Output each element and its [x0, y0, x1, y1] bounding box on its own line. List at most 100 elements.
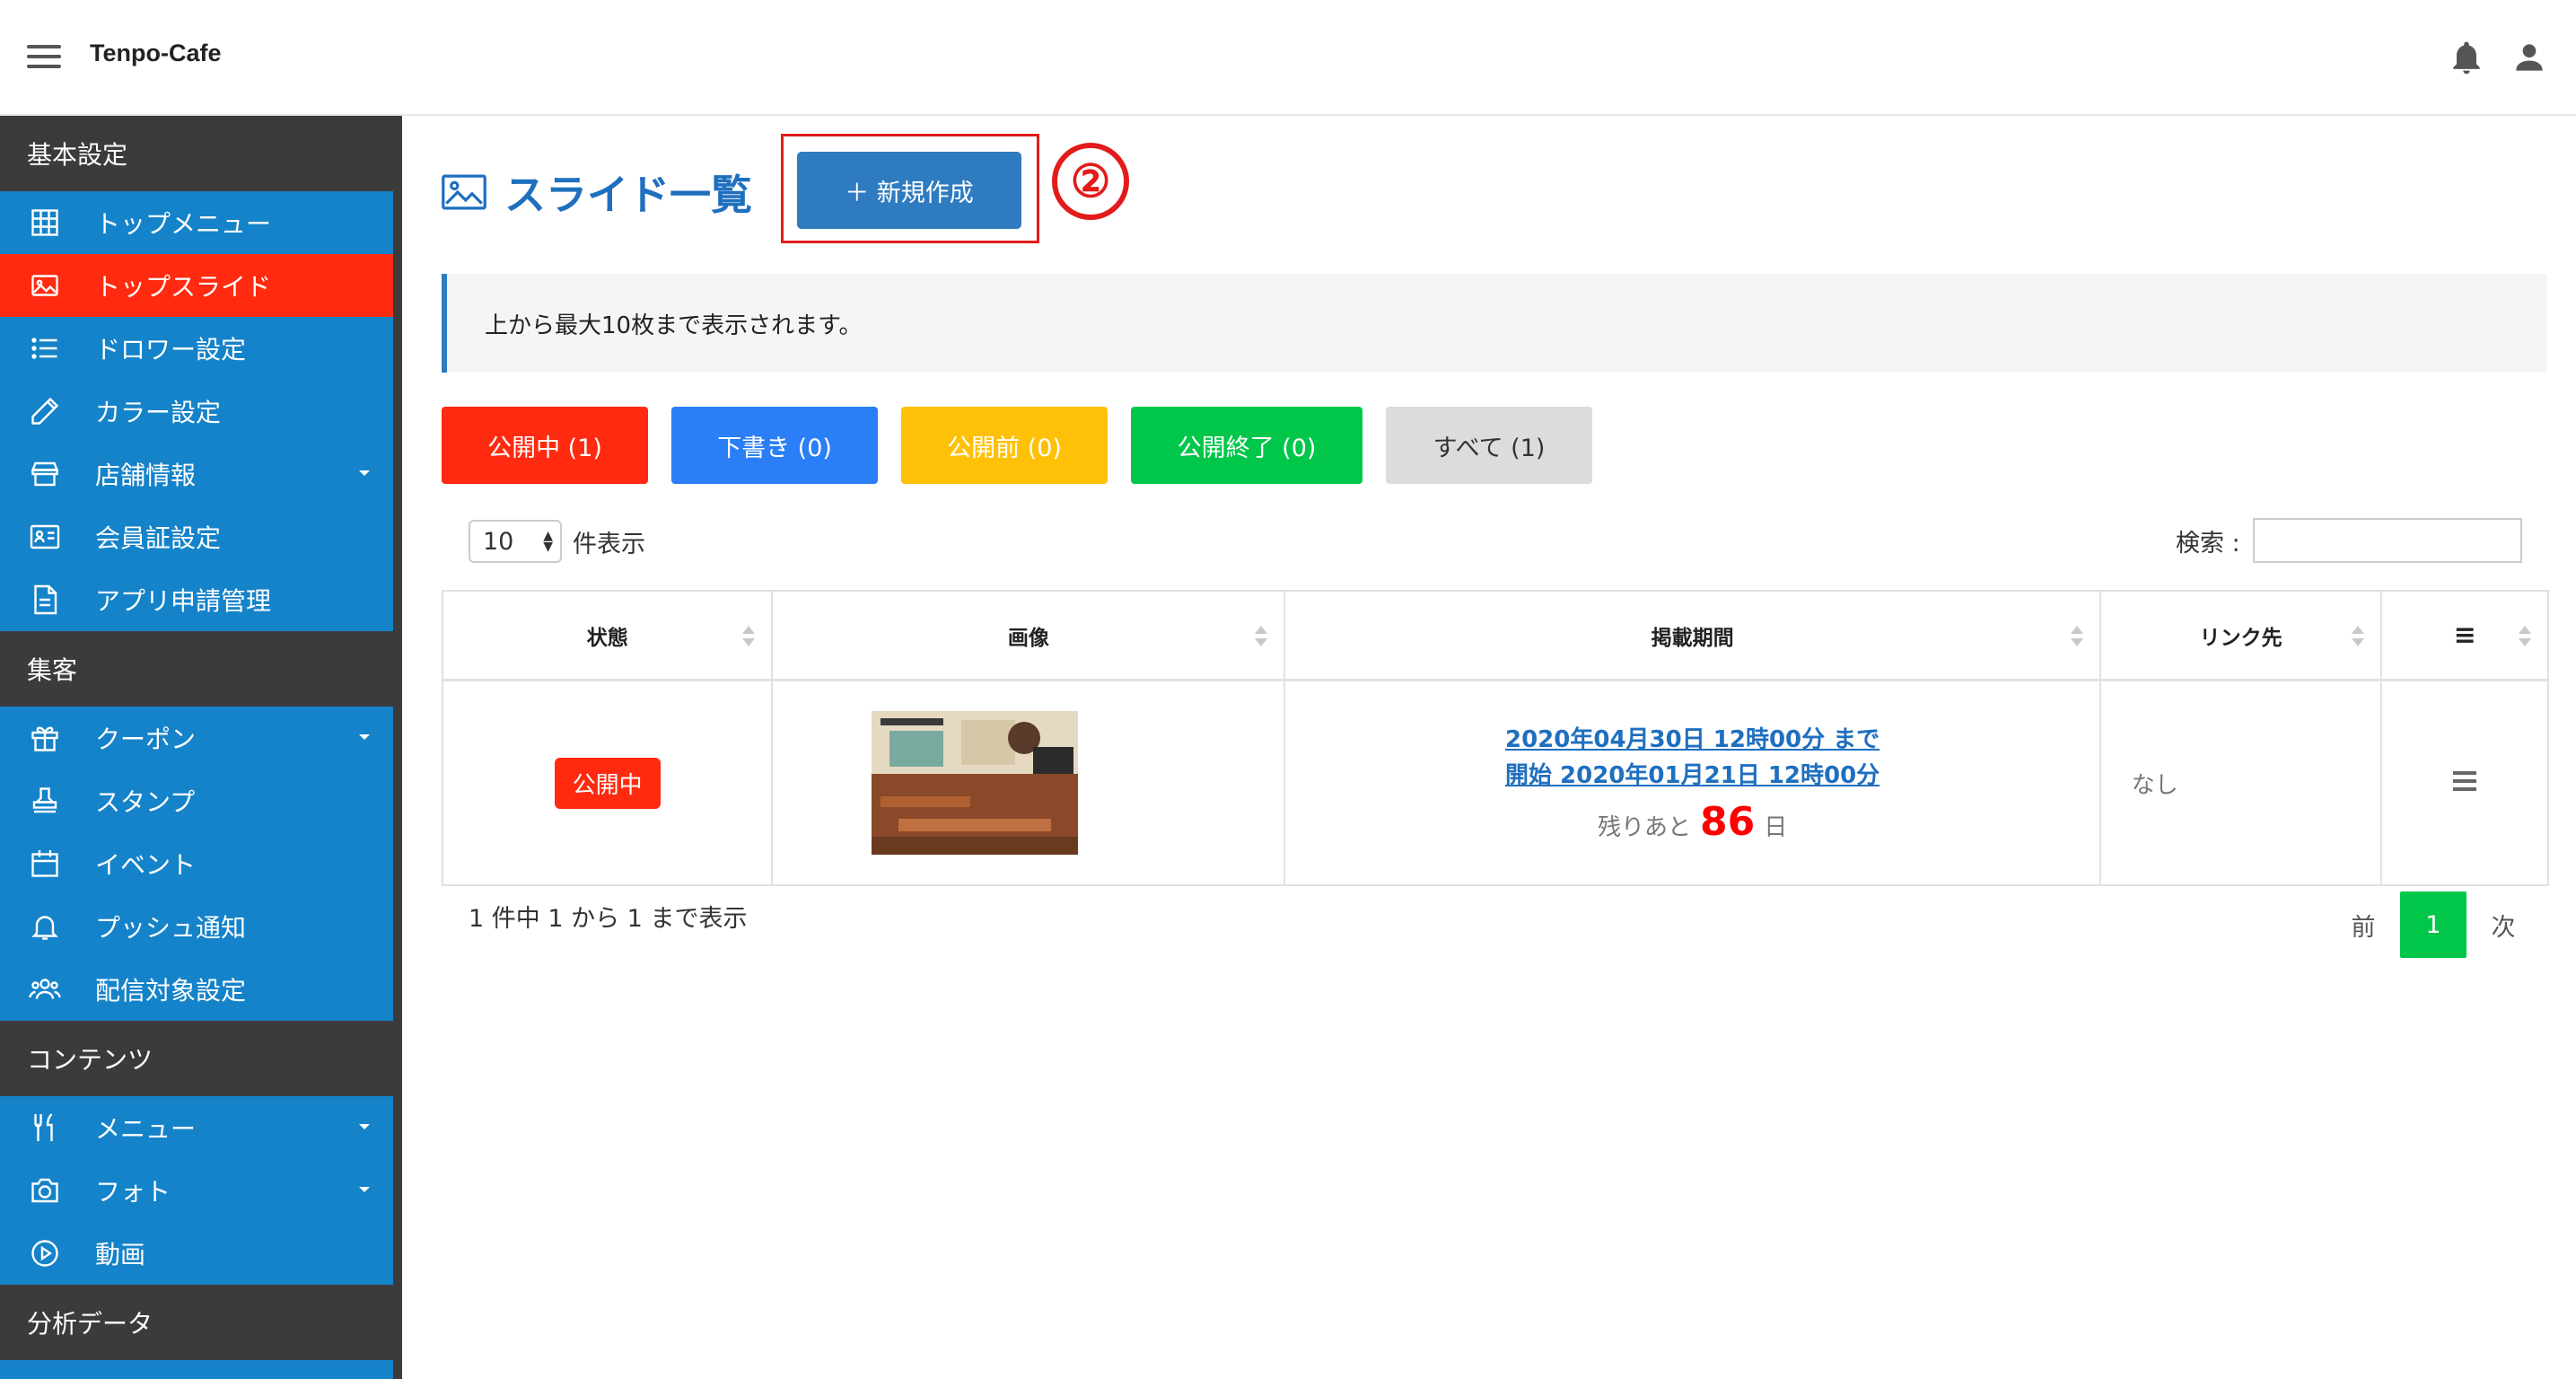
column-status[interactable]: 状態	[443, 592, 774, 679]
filter-all[interactable]: すべて (1)	[1386, 407, 1592, 484]
column-period[interactable]: 掲載期間	[1285, 592, 2101, 679]
sidebar-item-menu[interactable]: メニュー	[0, 1096, 393, 1159]
pagination-prev[interactable]: 前	[2330, 892, 2396, 958]
sidebar-item-top-menu[interactable]: トップメニュー	[0, 191, 393, 254]
search-input[interactable]	[2252, 518, 2522, 563]
sidebar-item-label: プッシュ通知	[95, 913, 247, 943]
list-icon	[27, 330, 63, 366]
table-info: 1 件中 1 から 1 まで表示	[469, 905, 748, 933]
sidebar-item-photo[interactable]: フォト	[0, 1159, 393, 1222]
sidebar-item-drawer[interactable]: ドロワー設定	[0, 317, 393, 380]
sidebar-section-analytics[interactable]: 分析データ	[0, 1285, 393, 1360]
link-value: なし	[2131, 771, 2178, 799]
pencil-icon	[27, 393, 63, 429]
pagination: 前 1 次	[2330, 892, 2537, 958]
cell-period: 2020年04月30日 12時00分 まで 開始 2020年01月21日 12時…	[1285, 681, 2101, 884]
sidebar-item-color[interactable]: カラー設定	[0, 380, 393, 443]
sidebar-item-label: メニュー	[95, 1114, 197, 1144]
document-icon	[27, 582, 63, 618]
new-create-button[interactable]: ＋ 新規作成	[797, 152, 1021, 229]
sidebar-item-top-slide[interactable]: トップスライド	[0, 254, 393, 317]
period-start-link[interactable]: 開始 2020年01月21日 12時00分	[1505, 758, 1879, 794]
sidebar-section-marketing: 集客	[0, 631, 393, 707]
cell-status: 公開中	[443, 681, 774, 884]
chevron-down-icon	[359, 1124, 370, 1129]
table-row: 公開中 2020年04月30日 12時00分 まで 開始 2020年01月21日…	[443, 681, 2547, 884]
column-image[interactable]: 画像	[773, 592, 1286, 679]
annotation-number: ②	[1052, 143, 1129, 220]
sidebar-item-label: クーポン	[95, 725, 197, 754]
period-end-link[interactable]: 2020年04月30日 12時00分 まで	[1505, 722, 1879, 758]
page-length-suffix: 件表示	[573, 530, 645, 558]
page-length-value: 10	[483, 527, 514, 556]
filter-draft[interactable]: 下書き (0)	[671, 407, 878, 484]
cell-actions	[2382, 681, 2547, 884]
sidebar-item-label: ドロワー設定	[95, 335, 247, 365]
grid-icon	[27, 205, 63, 241]
sidebar-item-event[interactable]: イベント	[0, 832, 393, 895]
column-link-label: リンク先	[2199, 626, 2282, 650]
cell-image	[773, 681, 1286, 884]
pagination-next[interactable]: 次	[2470, 892, 2537, 958]
slides-table: 状態 画像 掲載期間 リンク先 ≡ 公開中 2020年04月30日 12時00分…	[442, 590, 2549, 886]
image-icon	[442, 174, 486, 210]
filter-scheduled[interactable]: 公開前 (0)	[901, 407, 1108, 484]
page-length-control: 10 ▲ ▼ 件表示	[469, 520, 645, 563]
sidebar-section-content: コンテンツ	[0, 1021, 393, 1096]
chevron-down-icon	[359, 734, 370, 740]
calendar-icon	[27, 846, 63, 882]
sidebar-item-label: 動画	[95, 1240, 146, 1269]
column-actions-label: ≡	[2453, 619, 2476, 651]
notice-message: 上から最大10枚まで表示されます。	[442, 274, 2547, 373]
page-title: スライド一覧	[504, 171, 752, 219]
sidebar-item-video[interactable]: 動画	[0, 1222, 393, 1285]
sidebar-item-label: アプリ申請管理	[95, 586, 272, 616]
sidebar-item-label: カラー設定	[95, 398, 222, 427]
column-period-label: 掲載期間	[1651, 626, 1734, 650]
sidebar-item-target[interactable]: 配信対象設定	[0, 958, 393, 1021]
chevron-down-icon	[359, 1187, 370, 1192]
cell-link: なし	[2101, 681, 2383, 884]
pagination-page-1[interactable]: 1	[2400, 892, 2466, 958]
utensils-icon	[27, 1110, 63, 1146]
sidebar-item-label: トップメニュー	[95, 209, 272, 239]
sidebar-item-label: フォト	[95, 1177, 171, 1207]
status-filters: 公開中 (1) 下書き (0) 公開前 (0) 公開終了 (0) すべて (1)	[442, 407, 1616, 484]
sidebar-item-member-card[interactable]: 会員証設定	[0, 505, 393, 568]
column-link[interactable]: リンク先	[2101, 592, 2383, 679]
bell-icon	[27, 909, 63, 944]
play-icon	[27, 1235, 63, 1271]
store-icon	[27, 456, 63, 492]
chevron-down-icon	[359, 470, 370, 476]
filter-ended[interactable]: 公開終了 (0)	[1131, 407, 1362, 484]
user-icon[interactable]	[2510, 38, 2549, 77]
sidebar-item-store-info[interactable]: 店舗情報	[0, 443, 393, 505]
slide-thumbnail[interactable]	[871, 711, 1078, 855]
status-badge: 公開中	[554, 757, 661, 809]
sidebar-item-push[interactable]: プッシュ通知	[0, 895, 393, 958]
search-label: 検索 :	[2176, 529, 2240, 558]
table-header: 状態 画像 掲載期間 リンク先 ≡	[443, 592, 2547, 681]
column-actions[interactable]: ≡	[2382, 592, 2547, 679]
sidebar-item-stamp[interactable]: スタンプ	[0, 769, 393, 832]
app-title: Tenpo-Cafe	[90, 40, 222, 66]
sidebar-item-label: イベント	[95, 850, 197, 880]
sidebar-item-label: 配信対象設定	[95, 976, 247, 1006]
hamburger-menu-icon[interactable]	[27, 45, 61, 68]
bell-icon[interactable]	[2447, 38, 2486, 77]
sidebar-item-label: スタンプ	[95, 787, 196, 817]
sidebar-item-label: 会員証設定	[95, 523, 222, 553]
camera-icon	[27, 1173, 63, 1208]
main-content: スライド一覧 ＋ 新規作成 ② 上から最大10枚まで表示されます。 公開中 (1…	[402, 116, 2576, 1379]
page-length-select[interactable]: 10 ▲ ▼	[469, 520, 562, 563]
top-bar: Tenpo-Cafe	[0, 0, 2576, 116]
search-control: 検索 :	[2176, 518, 2522, 563]
highlight-box: ＋ 新規作成	[781, 134, 1039, 243]
filter-published[interactable]: 公開中 (1)	[442, 407, 648, 484]
sidebar-item-coupon[interactable]: クーポン	[0, 707, 393, 769]
sidebar-item-app-application[interactable]: アプリ申請管理	[0, 568, 393, 631]
row-menu-icon[interactable]	[2453, 770, 2477, 795]
remaining-prefix: 残りあと	[1597, 813, 1691, 841]
column-status-label: 状態	[586, 626, 628, 650]
select-arrows-icon: ▲ ▼	[543, 529, 553, 554]
